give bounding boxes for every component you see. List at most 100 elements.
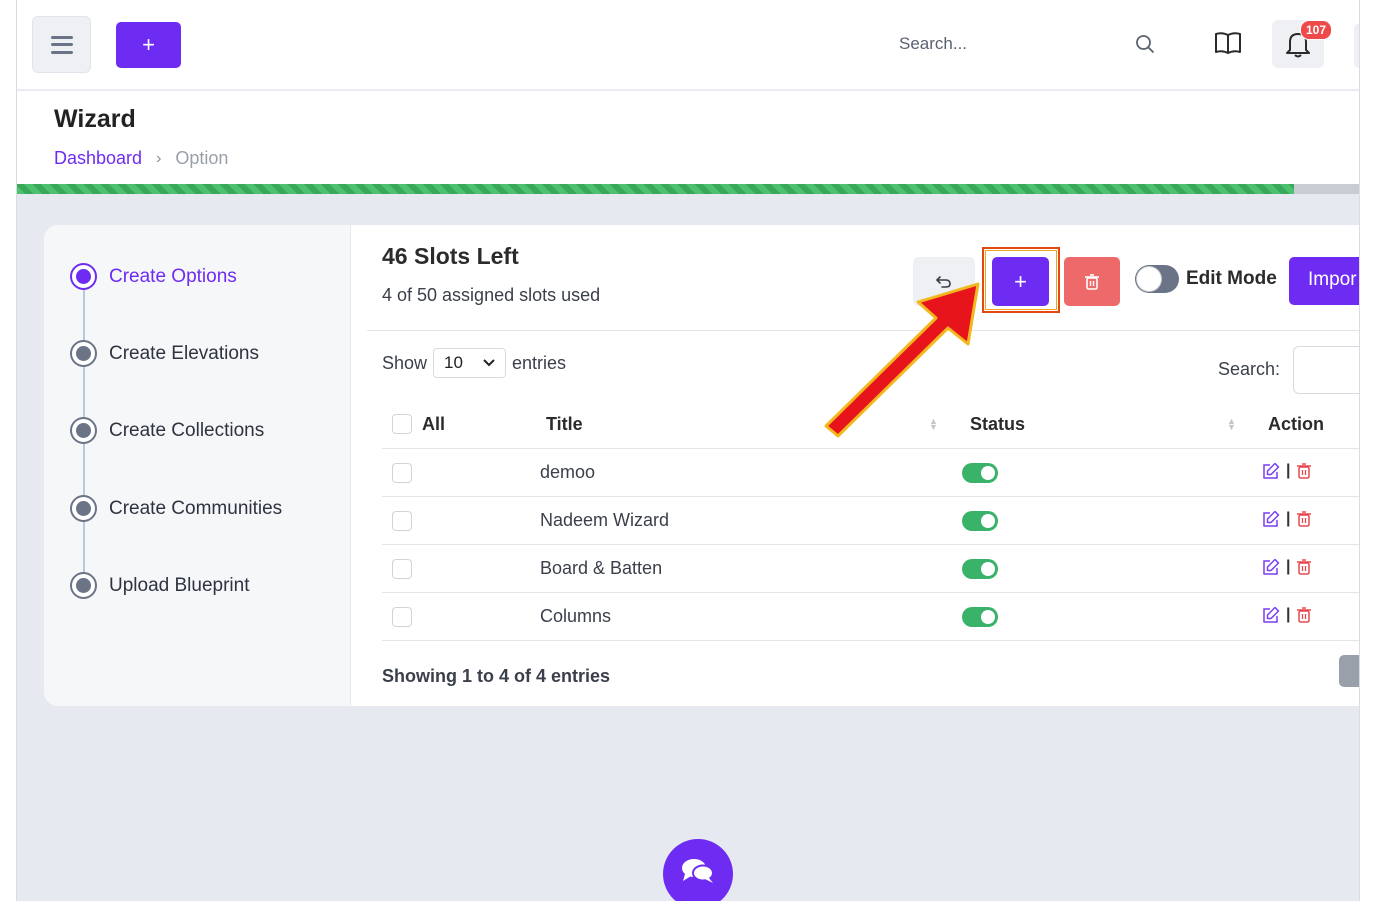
- step-create-options[interactable]: Create Options: [70, 263, 237, 290]
- edit-icon[interactable]: [1262, 558, 1280, 576]
- chat-icon: [682, 859, 714, 883]
- action-separator: |: [1286, 462, 1291, 479]
- wizard-progress-bar: [17, 184, 1359, 194]
- step-label: Create Communities: [109, 497, 283, 519]
- step-dot-icon: [70, 572, 97, 599]
- app-frame: + Search... 107 Wizard Dashboard › Optio…: [16, 0, 1360, 901]
- action-separator: |: [1286, 558, 1291, 575]
- row-title: Columns: [540, 606, 612, 626]
- row-actions: |: [1262, 558, 1312, 576]
- edit-mode-toggle[interactable]: [1135, 265, 1179, 293]
- row-title: demoo: [540, 462, 596, 482]
- table-search-label: Search:: [1218, 359, 1281, 379]
- chevron-right-icon: ›: [156, 149, 162, 167]
- table-search-input[interactable]: [1293, 346, 1359, 394]
- action-separator: |: [1286, 510, 1291, 527]
- plus-icon: +: [142, 32, 155, 57]
- status-toggle[interactable]: [962, 559, 998, 579]
- page-size-select[interactable]: 10: [433, 348, 507, 378]
- status-toggle[interactable]: [962, 511, 998, 531]
- trash-icon[interactable]: [1296, 510, 1312, 528]
- quick-add-button[interactable]: +: [116, 22, 181, 68]
- entries-label: entries: [512, 352, 567, 373]
- table-info: Showing 1 to 4 of 4 entries: [382, 666, 611, 686]
- step-create-communities[interactable]: Create Communities: [70, 495, 282, 522]
- divider: [367, 330, 1359, 331]
- chat-button[interactable]: [663, 839, 733, 901]
- step-dot-icon: [70, 417, 97, 444]
- trash-icon[interactable]: [1296, 558, 1312, 576]
- row-checkbox[interactable]: [392, 559, 412, 579]
- step-upload-blueprint[interactable]: Upload Blueprint: [70, 572, 249, 599]
- row-checkbox[interactable]: [392, 607, 412, 627]
- step-create-elevations[interactable]: Create Elevations: [70, 340, 259, 367]
- add-option-button[interactable]: +: [992, 257, 1049, 306]
- breadcrumb-dashboard[interactable]: Dashboard: [54, 148, 142, 169]
- column-header-title[interactable]: Title: [546, 414, 583, 435]
- slots-used-text: 4 of 50 assigned slots used: [382, 285, 601, 305]
- menu-toggle-button[interactable]: [32, 16, 91, 73]
- delete-selected-button[interactable]: [1064, 257, 1120, 306]
- sort-icon[interactable]: ▲ ▼: [1227, 417, 1236, 432]
- step-dot-icon: [70, 495, 97, 522]
- wizard-steps: Create Options Create Elevations Create …: [44, 225, 351, 706]
- menu-icon: [50, 35, 73, 54]
- notification-badge: 107: [1300, 20, 1333, 40]
- edit-icon[interactable]: [1262, 606, 1280, 624]
- page-size-value: 10: [444, 353, 463, 372]
- step-dot-icon: [70, 263, 97, 290]
- table-row: Columns |: [382, 593, 1359, 641]
- step-dot-icon: [70, 340, 97, 367]
- top-bar: + Search... 107: [17, 0, 1359, 90]
- row-checkbox[interactable]: [392, 463, 412, 483]
- step-create-collections[interactable]: Create Collections: [70, 417, 264, 444]
- table-row: Board & Batten |: [382, 545, 1359, 593]
- table-row: Nadeem Wizard |: [382, 497, 1359, 545]
- trash-icon: [1085, 273, 1099, 290]
- page-size-control: Show 10 entries: [382, 348, 566, 378]
- chevron-down-icon: [483, 359, 495, 367]
- import-button[interactable]: Impor: [1289, 257, 1359, 305]
- book-icon[interactable]: [1213, 30, 1243, 61]
- options-table: All Title ▲▼ Status ▲▼ Action demoo |: [382, 399, 1359, 641]
- trash-icon[interactable]: [1296, 462, 1312, 480]
- row-actions: |: [1262, 606, 1312, 624]
- column-header-all: All: [422, 414, 446, 434]
- wizard-card: Create Options Create Elevations Create …: [44, 225, 1359, 706]
- column-header-status[interactable]: Status: [970, 414, 1025, 435]
- sort-icon[interactable]: ▲ ▼: [929, 417, 938, 432]
- edit-mode-label: Edit Mode: [1186, 268, 1277, 289]
- status-toggle[interactable]: [962, 463, 998, 483]
- status-toggle[interactable]: [962, 607, 998, 627]
- step-label: Upload Blueprint: [109, 574, 250, 596]
- step-label: Create Options: [109, 265, 237, 287]
- breadcrumb: Dashboard › Option: [54, 148, 228, 169]
- pagination-button[interactable]: [1339, 655, 1359, 687]
- edit-icon[interactable]: [1262, 462, 1280, 480]
- global-search-input[interactable]: Search...: [899, 34, 967, 54]
- undo-button[interactable]: [913, 257, 975, 306]
- breadcrumb-option: Option: [175, 148, 229, 168]
- step-label: Create Elevations: [109, 342, 259, 364]
- select-all-checkbox[interactable]: [392, 414, 412, 434]
- page-header: Wizard Dashboard › Option: [17, 91, 1359, 184]
- table-header-row: All Title ▲ ▼ Status ▲ ▼ Action: [382, 399, 1359, 449]
- row-checkbox[interactable]: [392, 511, 412, 531]
- plus-icon: +: [1014, 268, 1027, 294]
- slots-left-title: 46 Slots Left: [382, 243, 519, 269]
- undo-icon: [936, 275, 951, 288]
- action-separator: |: [1286, 606, 1291, 623]
- edit-icon[interactable]: [1262, 510, 1280, 528]
- row-actions: |: [1262, 462, 1312, 480]
- options-panel: 46 Slots Left 4 of 50 assigned slots use…: [352, 225, 1359, 706]
- page-title: Wizard: [54, 105, 136, 133]
- row-title: Board & Batten: [540, 558, 663, 578]
- step-label: Create Collections: [109, 419, 265, 441]
- user-menu-button[interactable]: [1354, 24, 1359, 68]
- row-actions: |: [1262, 510, 1312, 528]
- trash-icon[interactable]: [1296, 606, 1312, 624]
- search-icon[interactable]: [1135, 34, 1155, 59]
- show-label: Show: [382, 352, 428, 373]
- row-title: Nadeem Wizard: [540, 510, 670, 530]
- column-header-action: Action: [1268, 414, 1324, 434]
